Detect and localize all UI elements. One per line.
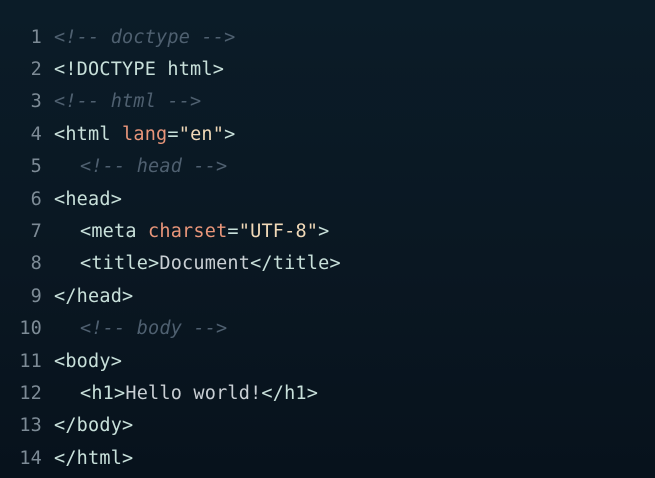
code-content: <!-- doctype --> [54, 27, 235, 48]
comment-token: <!-- doctype --> [54, 26, 236, 48]
code-content: <!DOCTYPE html> [54, 59, 224, 80]
code-content: <h1>Hello world!</h1> [54, 383, 318, 404]
line-number: 9 [30, 285, 42, 307]
line-number: 12 [19, 382, 42, 404]
code-line[interactable]: 13 </body> [0, 410, 655, 442]
text-token: Hello world! [125, 382, 262, 404]
tag-token: <h1> [80, 382, 126, 404]
comment-token: <!-- head --> [80, 156, 228, 178]
code-content: <!-- head --> [54, 156, 227, 177]
tag-token: <html [54, 123, 111, 145]
code-line[interactable]: 4 <html lang="en"> [0, 118, 655, 150]
code-content: <!-- html --> [54, 91, 201, 112]
code-content: </head> [54, 286, 133, 307]
code-content: <meta charset="UTF-8"> [54, 221, 329, 242]
line-number: 2 [30, 59, 42, 81]
line-number: 6 [30, 188, 42, 210]
tag-token: </body> [54, 415, 134, 437]
tag-token: </head> [54, 285, 134, 307]
code-line[interactable]: 9 </head> [0, 280, 655, 312]
tag-token: </title> [250, 253, 341, 275]
tag-token: </h1> [261, 382, 319, 404]
code-line[interactable]: 5 <!-- head --> [0, 151, 655, 183]
code-content: </html> [54, 448, 133, 469]
line-number: 8 [30, 253, 42, 275]
code-content: <head> [54, 189, 122, 210]
equals-token: = [167, 123, 179, 145]
line-number: 7 [30, 221, 42, 243]
code-content: <html lang="en"> [54, 124, 235, 145]
code-line[interactable]: 11 <body> [0, 345, 655, 377]
code-line[interactable]: 14 </html> [0, 442, 655, 474]
line-number: 14 [19, 447, 42, 469]
code-line[interactable]: 8 <title>Document</title> [0, 248, 655, 280]
comment-token: <!-- body --> [80, 318, 228, 340]
line-number: 3 [30, 91, 42, 113]
tag-token: <title> [80, 253, 160, 275]
comment-token: <!-- html --> [54, 91, 202, 113]
line-number: 11 [19, 350, 42, 372]
tag-token: > [224, 123, 236, 145]
tag-token: <head> [54, 188, 123, 210]
attribute-token: charset [148, 221, 228, 243]
string-token: "UTF-8" [238, 221, 319, 243]
text-token: Document [159, 253, 251, 275]
code-line[interactable]: 1 <!-- doctype --> [0, 21, 655, 53]
code-line[interactable]: 10 <!-- body --> [0, 313, 655, 345]
code-line[interactable]: 3 <!-- html --> [0, 86, 655, 118]
line-number: 10 [19, 318, 42, 340]
tag-token: </html> [54, 447, 134, 469]
code-content: <!-- body --> [54, 318, 227, 339]
code-line[interactable]: 7 <meta charset="UTF-8"> [0, 215, 655, 247]
code-content: </body> [54, 415, 133, 436]
code-content: <body> [54, 351, 122, 372]
code-line[interactable]: 2 <!DOCTYPE html> [0, 53, 655, 85]
line-number: 4 [30, 123, 42, 145]
code-editor[interactable]: 1 <!-- doctype --> 2 <!DOCTYPE html> 3 <… [0, 0, 655, 478]
line-number: 13 [19, 415, 42, 437]
code-content: <title>Document</title> [54, 253, 341, 274]
tag-token: <meta [80, 221, 137, 243]
tag-token: > [318, 221, 330, 243]
line-number: 5 [30, 156, 42, 178]
string-token: "en" [178, 123, 225, 145]
tag-token: <!DOCTYPE html> [54, 59, 225, 81]
attribute-token: lang [122, 123, 168, 145]
code-line[interactable]: 12 <h1>Hello world!</h1> [0, 377, 655, 409]
line-number: 1 [30, 26, 42, 48]
code-line[interactable]: 6 <head> [0, 183, 655, 215]
tag-token: <body> [54, 350, 123, 372]
equals-token: = [227, 221, 239, 243]
